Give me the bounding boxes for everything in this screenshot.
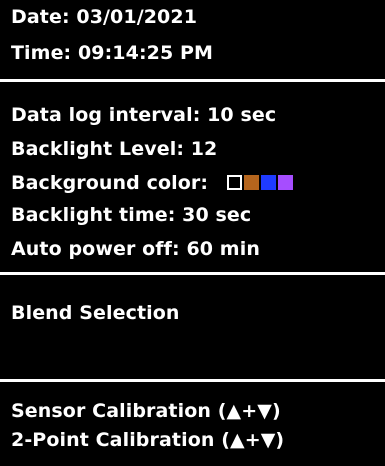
- auto-power-off[interactable]: Auto power off: 60 min: [11, 238, 260, 260]
- date-readout: Date: 03/01/2021: [11, 6, 198, 28]
- calibration-panel[interactable]: Sensor Calibration (▲+▼) 2-Point Calibra…: [0, 382, 385, 466]
- two-point-calibration[interactable]: 2-Point Calibration (▲+▼): [11, 429, 284, 451]
- swatch-brown[interactable]: [243, 175, 259, 190]
- swatch-black[interactable]: [226, 175, 242, 190]
- settings-panel[interactable]: Data log interval: 10 sec Backlight Leve…: [0, 82, 385, 272]
- sensor-calibration[interactable]: Sensor Calibration (▲+▼): [11, 400, 281, 422]
- time-readout: Time: 09:14:25 PM: [11, 42, 214, 64]
- background-color-swatches[interactable]: [226, 175, 293, 190]
- data-log-interval[interactable]: Data log interval: 10 sec: [11, 104, 276, 126]
- swatch-purple[interactable]: [277, 175, 293, 190]
- background-color-label: Background color:: [11, 172, 209, 194]
- header-panel: Date: 03/01/2021 Time: 09:14:25 PM: [0, 0, 385, 78]
- backlight-time[interactable]: Backlight time: 30 sec: [11, 204, 251, 226]
- swatch-blue[interactable]: [260, 175, 276, 190]
- backlight-level[interactable]: Backlight Level: 12: [11, 138, 217, 160]
- blend-panel[interactable]: Blend Selection: [0, 275, 385, 379]
- background-color-setting[interactable]: Background color:: [11, 172, 293, 194]
- blend-selection[interactable]: Blend Selection: [11, 302, 180, 324]
